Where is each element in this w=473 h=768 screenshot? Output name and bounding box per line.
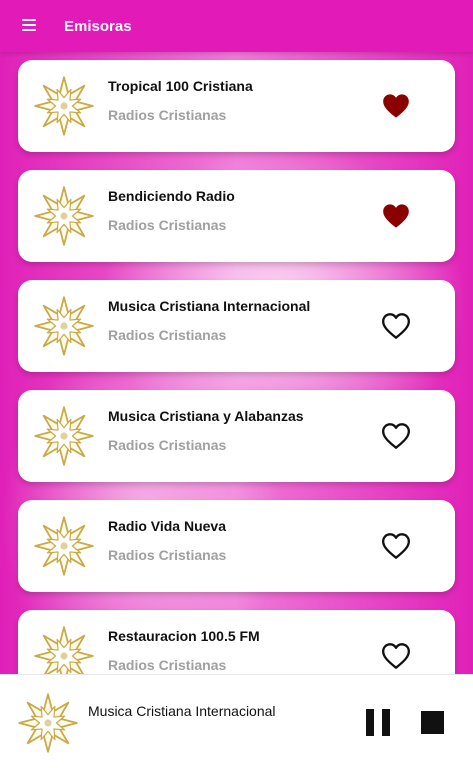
gold-star-logo-icon [34,76,94,136]
gold-star-logo-icon [34,406,94,466]
station-name: Radio Vida Nueva [108,518,227,534]
heart-outline-icon[interactable] [382,643,410,669]
heart-outline-icon[interactable] [382,533,410,559]
heart-outline-icon[interactable] [382,423,410,449]
station-name: Restauracion 100.5 FM [108,628,260,644]
gold-star-logo-icon [18,693,78,753]
hamburger-menu-icon[interactable] [22,19,36,31]
heart-filled-icon[interactable] [382,93,410,119]
station-card-bendiciendo-radio[interactable]: Bendiciendo Radio Radios Cristianas [18,170,455,262]
gold-star-logo-icon [34,296,94,356]
pause-icon [366,709,374,736]
station-card-tropical-100-cristiana[interactable]: Tropical 100 Cristiana Radios Cristianas [18,60,455,152]
now-playing-bar: Musica Cristiana Internacional [0,674,473,768]
station-list[interactable]: Tropical 100 Cristiana Radios Cristianas… [0,52,473,674]
station-name: Tropical 100 Cristiana [108,78,253,94]
station-category: Radios Cristianas [108,107,227,123]
station-name: Musica Cristiana Internacional [108,298,311,314]
station-card-radio-vida-nueva[interactable]: Radio Vida Nueva Radios Cristianas [18,500,455,592]
station-card-musica-cristiana-y-alabanzas[interactable]: Musica Cristiana y Alabanzas Radios Cris… [18,390,455,482]
station-name: Musica Cristiana y Alabanzas [108,408,304,424]
pause-icon [382,709,390,736]
station-category: Radios Cristianas [108,217,227,233]
stop-button[interactable] [421,711,444,734]
app-title: Emisoras [64,18,132,35]
station-category: Radios Cristianas [108,657,227,673]
heart-outline-icon[interactable] [382,313,410,339]
gold-star-logo-icon [34,626,94,674]
station-card-restauracion-100-5-fm[interactable]: Restauracion 100.5 FM Radios Cristianas [18,610,455,674]
station-category: Radios Cristianas [108,437,227,453]
station-name: Bendiciendo Radio [108,188,235,204]
now-playing-title: Musica Cristiana Internacional [88,703,276,719]
pause-button[interactable] [366,709,390,736]
gold-star-logo-icon [34,516,94,576]
app-bar: Emisoras [0,0,473,52]
heart-filled-icon[interactable] [382,203,410,229]
station-category: Radios Cristianas [108,327,227,343]
gold-star-logo-icon [34,186,94,246]
station-category: Radios Cristianas [108,547,227,563]
station-card-musica-cristiana-internacional[interactable]: Musica Cristiana Internacional Radios Cr… [18,280,455,372]
